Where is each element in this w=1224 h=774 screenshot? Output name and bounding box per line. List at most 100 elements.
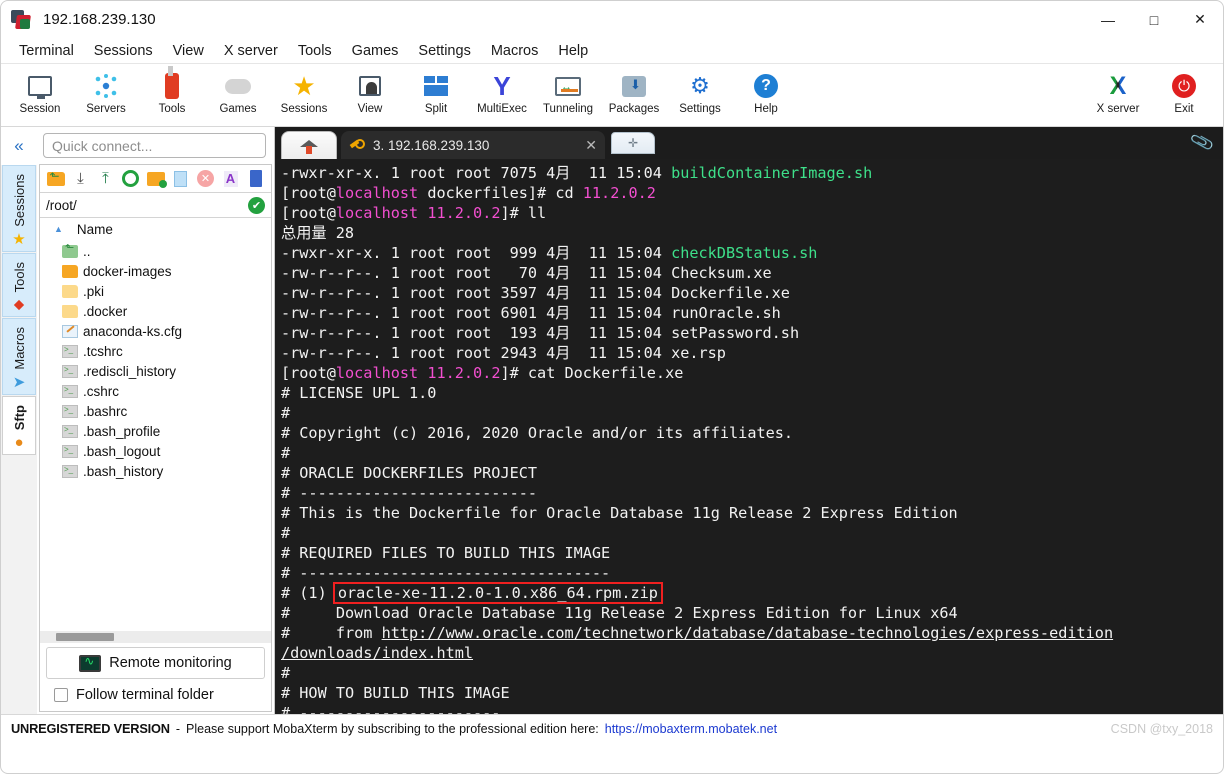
new-file-icon[interactable] bbox=[171, 170, 190, 188]
file-name: .bash_profile bbox=[83, 423, 161, 439]
menu-macros[interactable]: Macros bbox=[481, 41, 549, 61]
file-list[interactable]: .. docker-images .pki .docker anaconda-k… bbox=[40, 240, 271, 631]
list-item[interactable]: .bash_profile bbox=[40, 421, 271, 441]
list-item[interactable]: .tcshrc bbox=[40, 341, 271, 361]
rail-tab-sftp[interactable]: Sftp ● bbox=[2, 395, 36, 456]
toolbar-session-button[interactable]: Session bbox=[7, 68, 73, 115]
rail-tab-tools[interactable]: Tools ⬥ bbox=[2, 252, 36, 318]
toolbar-sessions-button[interactable]: ★ Sessions bbox=[271, 68, 337, 115]
toolbar-tunneling-button[interactable]: ↔ Tunneling bbox=[535, 68, 601, 115]
toolbar-multiexec-button[interactable]: Y MultiExec bbox=[469, 68, 535, 115]
minimize-button[interactable]: — bbox=[1085, 1, 1131, 38]
menu-terminal[interactable]: Terminal bbox=[9, 41, 84, 61]
terminal-text: # This is the Dockerfile for Oracle Data… bbox=[281, 504, 958, 522]
rail-tab-macros[interactable]: Macros ➤ bbox=[2, 318, 36, 395]
collapse-sidebar-button[interactable]: « bbox=[1, 127, 37, 165]
mobaxterm-website-link[interactable]: https://mobaxterm.mobatek.net bbox=[605, 722, 777, 736]
toolbar-servers-button[interactable]: Servers bbox=[73, 68, 139, 115]
list-item[interactable]: docker-images bbox=[40, 261, 271, 281]
menu-tools[interactable]: Tools bbox=[288, 41, 342, 61]
maximize-button[interactable]: □ bbox=[1131, 1, 1177, 38]
list-item[interactable]: .. bbox=[40, 241, 271, 261]
terminal-line: # bbox=[281, 403, 1223, 423]
toolbar-split-button[interactable]: Split bbox=[403, 68, 469, 115]
star-icon: ★ bbox=[12, 230, 26, 248]
mobaxterm-window: 192.168.239.130 — □ ✕ Terminal Sessions … bbox=[0, 0, 1224, 774]
scrollbar-thumb[interactable] bbox=[56, 633, 114, 641]
home-tab[interactable] bbox=[281, 131, 337, 159]
toolbar-settings-button[interactable]: ⚙ Settings bbox=[667, 68, 733, 116]
list-item[interactable]: anaconda-ks.cfg bbox=[40, 321, 271, 341]
list-item[interactable]: .rediscli_history bbox=[40, 361, 271, 381]
list-item[interactable]: .cshrc bbox=[40, 381, 271, 401]
tab-close-icon[interactable]: ✕ bbox=[567, 137, 597, 154]
menu-sessions[interactable]: Sessions bbox=[84, 41, 163, 61]
terminal-url[interactable]: /downloads/index.html bbox=[281, 644, 473, 662]
file-name: .bashrc bbox=[83, 403, 128, 419]
menu-settings[interactable]: Settings bbox=[408, 41, 480, 61]
new-tab-button[interactable]: ✛ bbox=[611, 132, 655, 154]
help-question-icon: ? bbox=[751, 71, 781, 101]
terminal-text: # ORACLE DOCKERFILES PROJECT bbox=[281, 464, 538, 482]
terminal-text: localhost bbox=[335, 204, 419, 222]
follow-terminal-folder-row[interactable]: Follow terminal folder bbox=[40, 683, 271, 711]
list-item[interactable]: .bash_logout bbox=[40, 441, 271, 461]
toolbar-tools-button[interactable]: Tools bbox=[139, 66, 205, 115]
menu-games[interactable]: Games bbox=[342, 41, 409, 61]
toolbar-view-button[interactable]: View bbox=[337, 68, 403, 115]
toolbar-x-server-button[interactable]: X X server bbox=[1085, 68, 1151, 115]
download-icon[interactable]: ⤓ bbox=[71, 170, 90, 188]
refresh-icon[interactable] bbox=[121, 170, 140, 188]
terminal-text: localhost bbox=[335, 364, 419, 382]
horizontal-scrollbar[interactable] bbox=[40, 631, 271, 643]
file-name: .bash_history bbox=[83, 463, 164, 479]
list-item[interactable]: .bashrc bbox=[40, 401, 271, 421]
rail-tab-sessions[interactable]: Sessions ★ bbox=[2, 165, 36, 252]
terminal-text: 11.2.0.2 bbox=[582, 184, 656, 202]
list-item[interactable]: .bash_history bbox=[40, 461, 271, 481]
text-format-icon[interactable]: A bbox=[221, 170, 240, 188]
new-folder-icon[interactable] bbox=[146, 170, 167, 188]
path-bar[interactable]: /root/ ✔ bbox=[40, 193, 271, 218]
quick-connect-input[interactable]: Quick connect... bbox=[43, 133, 266, 158]
terminal-line: /downloads/index.html bbox=[281, 643, 1223, 663]
list-item[interactable]: .docker bbox=[40, 301, 271, 321]
list-item[interactable]: .pki bbox=[40, 281, 271, 301]
session-monitor-icon bbox=[25, 71, 55, 101]
servers-nodes-icon bbox=[91, 71, 121, 101]
toolbar-games-button[interactable]: Games bbox=[205, 68, 271, 115]
split-panes-icon bbox=[421, 71, 451, 101]
status-bar: UNREGISTERED VERSION - Please support Mo… bbox=[1, 714, 1223, 742]
window-title: 192.168.239.130 bbox=[43, 11, 156, 28]
terminal-output[interactable]: -rwxr-xr-x. 1 root root 7075 4月 11 15:04… bbox=[275, 159, 1223, 714]
upload-icon[interactable]: ⤒ bbox=[96, 170, 115, 188]
menu-help[interactable]: Help bbox=[548, 41, 598, 61]
close-button[interactable]: ✕ bbox=[1177, 1, 1223, 38]
file-list-header[interactable]: ▲ Name bbox=[40, 218, 271, 240]
terminal-text: [root@ bbox=[281, 184, 336, 202]
rail-tab-sftp-label: Sftp bbox=[11, 404, 27, 431]
terminal-text: # ---------------------------------- bbox=[281, 564, 611, 582]
tab-session-192-168-239-130[interactable]: 3. 192.168.239.130 ✕ bbox=[341, 131, 605, 159]
toolbar-multiexec-label: MultiExec bbox=[477, 103, 527, 115]
toolbar-help-button[interactable]: ? Help bbox=[733, 68, 799, 115]
terminal-text: localhost bbox=[335, 184, 419, 202]
paperclip-icon[interactable]: 📎 bbox=[1189, 130, 1216, 156]
terminal-text: # Copyright (c) 2016, 2020 Oracle and/or… bbox=[281, 424, 794, 442]
terminal-url[interactable]: http://www.oracle.com/technetwork/databa… bbox=[382, 624, 1114, 642]
menu-x-server[interactable]: X server bbox=[214, 41, 288, 61]
delete-icon[interactable]: ✕ bbox=[196, 170, 215, 188]
remote-monitoring-button[interactable]: Remote monitoring bbox=[46, 647, 265, 679]
toolbar-exit-button[interactable]: ⏻ Exit bbox=[1151, 68, 1217, 115]
terminal-line: # HOW TO BUILD THIS IMAGE bbox=[281, 683, 1223, 703]
sessions-star-icon: ★ bbox=[292, 71, 316, 101]
terminal-text: -rw-r--r--. 1 root root 3597 4月 11 15:04… bbox=[281, 284, 790, 302]
sort-ascending-icon: ▲ bbox=[54, 224, 63, 234]
menu-view[interactable]: View bbox=[163, 41, 214, 61]
follow-terminal-folder-checkbox[interactable] bbox=[54, 688, 68, 702]
globe-icon: ● bbox=[14, 434, 24, 452]
usb-icon[interactable] bbox=[246, 170, 265, 188]
folder-up-icon[interactable] bbox=[46, 169, 65, 188]
toolbar-packages-button[interactable]: ⬇ Packages bbox=[601, 68, 667, 115]
toolbar-servers-label: Servers bbox=[86, 103, 126, 115]
